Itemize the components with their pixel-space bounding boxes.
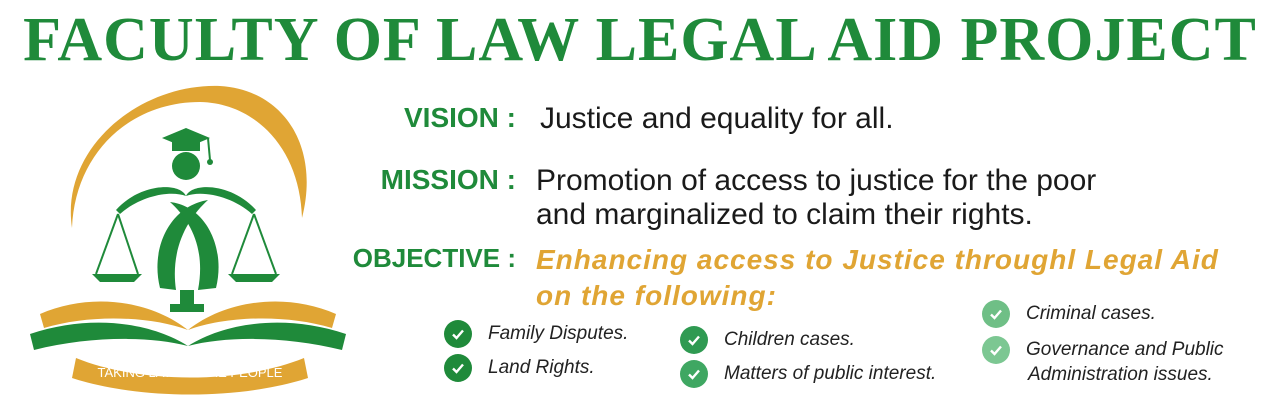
mission-label: MISSION :	[380, 164, 516, 195]
check-circle-icon	[444, 320, 472, 348]
item-label-continued: Administration issues.	[1028, 364, 1213, 385]
item-label: Land Rights.	[488, 357, 595, 378]
objective-label: OBJECTIVE :	[352, 243, 516, 273]
check-circle-icon	[982, 300, 1010, 328]
check-circle-icon	[680, 360, 708, 388]
list-item: Children cases.	[680, 326, 855, 354]
item-label: Governance and Public	[1026, 339, 1224, 360]
mission-text-line2: and marginalized to claim their rights.	[536, 198, 1033, 231]
figure-head	[172, 152, 200, 180]
list-item: Governance and Public	[982, 336, 1224, 364]
ribbon-text: TAKING LAW TO THE PEOPLE	[98, 365, 283, 380]
scales-of-justice-icon	[92, 187, 280, 312]
check-circle-icon	[680, 326, 708, 354]
legal-aid-logo: TAKING LAW TO THE PEOPLE	[30, 85, 346, 395]
item-label: Family Disputes.	[488, 323, 629, 344]
objective-text-line2: on the following:	[536, 280, 777, 311]
mission-text-line1: Promotion of access to justice for the p…	[536, 164, 1097, 197]
item-label: Matters of public interest.	[724, 363, 937, 384]
item-label: Criminal cases.	[1026, 303, 1156, 324]
page-title: FACULTY OF LAW LEGAL AID PROJECT	[23, 6, 1257, 74]
list-item: Matters of public interest.	[680, 360, 936, 388]
check-circle-icon	[444, 354, 472, 382]
vision-label: VISION :	[403, 102, 516, 133]
vision-text: Justice and equality for all.	[540, 102, 894, 135]
list-item: Family Disputes.	[444, 320, 628, 348]
check-circle-icon	[982, 336, 1010, 364]
objective-text-line1: Enhancing access to Justice throughl Leg…	[536, 244, 1219, 275]
list-item: Criminal cases.	[982, 300, 1156, 328]
item-label: Children cases.	[724, 329, 855, 350]
list-item: Land Rights.	[444, 354, 595, 382]
